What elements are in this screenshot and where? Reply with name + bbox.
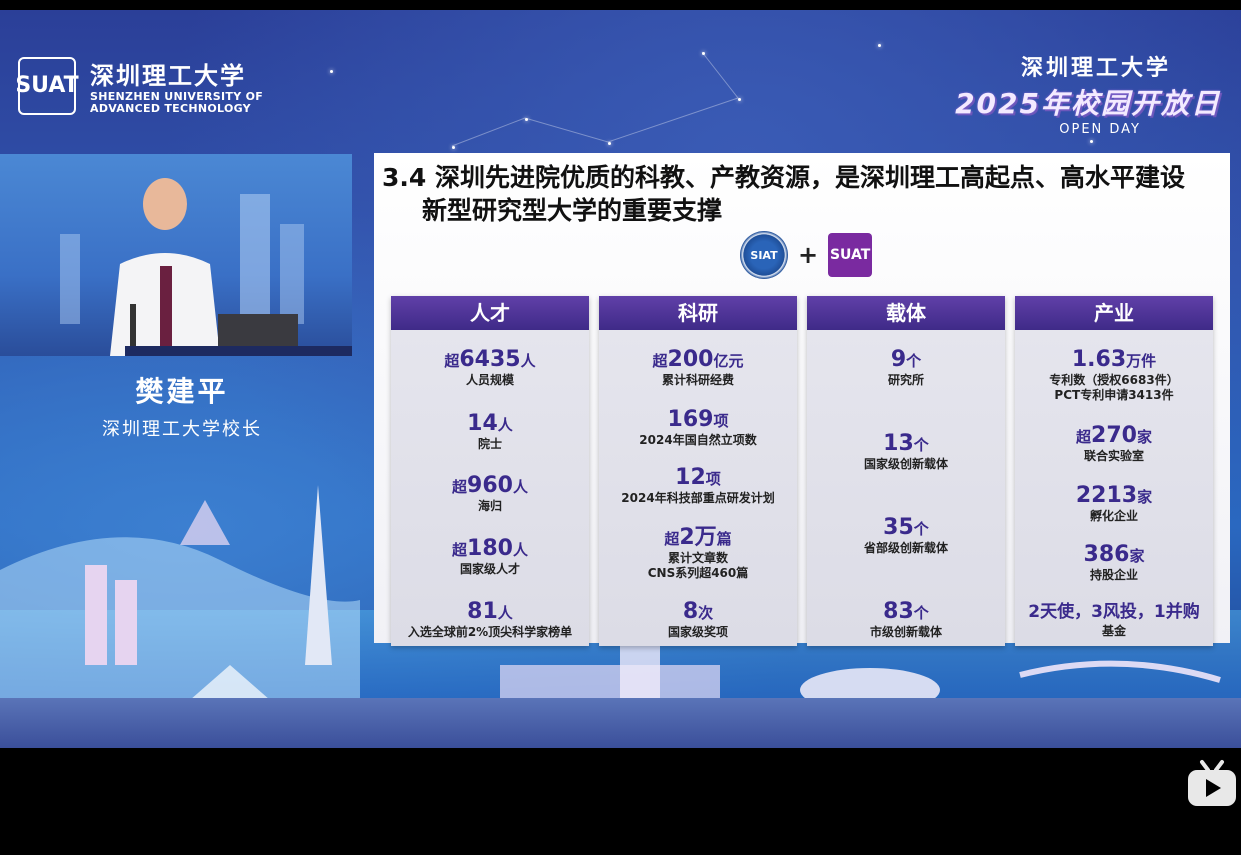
column-research: 科研 超200亿元 累计科研经费 169项 2024年国自然立项数 12项 20…: [599, 296, 797, 646]
column-carriers: 载体 9个 研究所 13个 国家级创新载体 35个 省部级创新载体 83个 市级…: [807, 296, 1005, 646]
university-name-en-line2: ADVANCED TECHNOLOGY: [90, 102, 251, 115]
column-header: 载体: [807, 296, 1005, 330]
column-header: 产业: [1015, 296, 1213, 330]
open-day-banner: 深圳理工大学 2025年校园开放日 OPEN DAY: [955, 50, 1221, 137]
stat-item: 169项 2024年国自然立项数: [639, 407, 757, 448]
stat-item: 2213家 孵化企业: [1075, 483, 1153, 524]
slide-title-line2: 新型研究型大学的重要支撑: [422, 196, 723, 225]
stat-item: 13个 国家级创新载体: [863, 431, 948, 472]
university-name-cn: 深圳理工大学: [90, 61, 246, 90]
partner-logos: SIAT + SUAT: [740, 231, 873, 279]
stat-item: 超180人 国家级人才: [452, 536, 528, 577]
speaker-video-feed: [0, 154, 352, 356]
column-industry: 产业 1.63万件 专利数（授权6683件） PCT专利申请3413件 超270…: [1015, 296, 1213, 646]
stat-item: 8次 国家级奖项: [667, 599, 728, 640]
stats-columns: 人才 超6435人 人员规模 14人 院士 超960人 海归 超180人 国家级…: [391, 296, 1213, 646]
bilibili-tv-icon[interactable]: [1186, 758, 1238, 808]
stat-item: 386家 持股企业: [1083, 542, 1145, 583]
constellation-lines: [451, 51, 739, 147]
open-day-university-name: 深圳理工大学: [1020, 56, 1171, 81]
stat-item: 超2万篇 累计文章数 CNS系列超460篇: [647, 525, 749, 581]
speaker-figure: [60, 178, 352, 356]
speaker-name: 樊建平: [135, 375, 229, 408]
stat-item: 超270家 联合实验室: [1076, 423, 1152, 464]
slide-title: 3.4 深圳先进院优质的科教、产教资源，是深圳理工高起点、高水平建设 新型研究型…: [382, 161, 1222, 227]
stat-item: 超200亿元 累计科研经费: [652, 347, 744, 388]
stat-item: 14人 院士: [467, 411, 513, 452]
suat-logo-mark: SUAT: [15, 56, 79, 115]
stat-item: 超960人 海归: [452, 473, 528, 514]
column-talent: 人才 超6435人 人员规模 14人 院士 超960人 海归 超180人 国家级…: [391, 296, 589, 646]
speaker-title: 深圳理工大学校长: [102, 419, 262, 440]
slide-title-line1: 3.4 深圳先进院优质的科教、产教资源，是深圳理工高起点、高水平建设: [382, 163, 1185, 192]
stat-item: 83个 市级创新载体: [869, 599, 942, 640]
stat-item: 1.63万件 专利数（授权6683件） PCT专利申请3413件: [1049, 347, 1179, 403]
star-decoration: [330, 70, 333, 73]
stat-item: 2天使，3风投，1并购 基金: [1028, 602, 1200, 638]
open-day-stage-background: SUAT 深圳理工大学 SHENZHEN UNIVERSITY OF ADVAN…: [0, 10, 1241, 748]
stat-item: 9个 研究所: [887, 347, 924, 388]
footer-band: [0, 698, 1241, 748]
column-header: 人才: [391, 296, 589, 330]
stat-item: 超6435人 人员规模: [444, 347, 536, 388]
stat-item: 12项 2024年科技部重点研发计划: [621, 465, 775, 506]
open-day-english: OPEN DAY: [1059, 122, 1141, 137]
university-logo: SUAT 深圳理工大学 SHENZHEN UNIVERSITY OF ADVAN…: [15, 56, 263, 115]
presentation-slide: 3.4 深圳先进院优质的科教、产教资源，是深圳理工高起点、高水平建设 新型研究型…: [374, 153, 1230, 646]
open-day-event-title: 2025年校园开放日: [955, 87, 1221, 120]
plus-sign: +: [798, 241, 819, 269]
suat-logo-icon: SUAT: [828, 233, 873, 277]
stat-item: 35个 省部级创新载体: [863, 515, 948, 556]
stat-item: 81人 入选全球前2%顶尖科学家榜单: [407, 599, 573, 640]
star-decoration: [1090, 140, 1093, 143]
column-header: 科研: [599, 296, 797, 330]
siat-logo-icon: SIAT: [740, 231, 788, 279]
